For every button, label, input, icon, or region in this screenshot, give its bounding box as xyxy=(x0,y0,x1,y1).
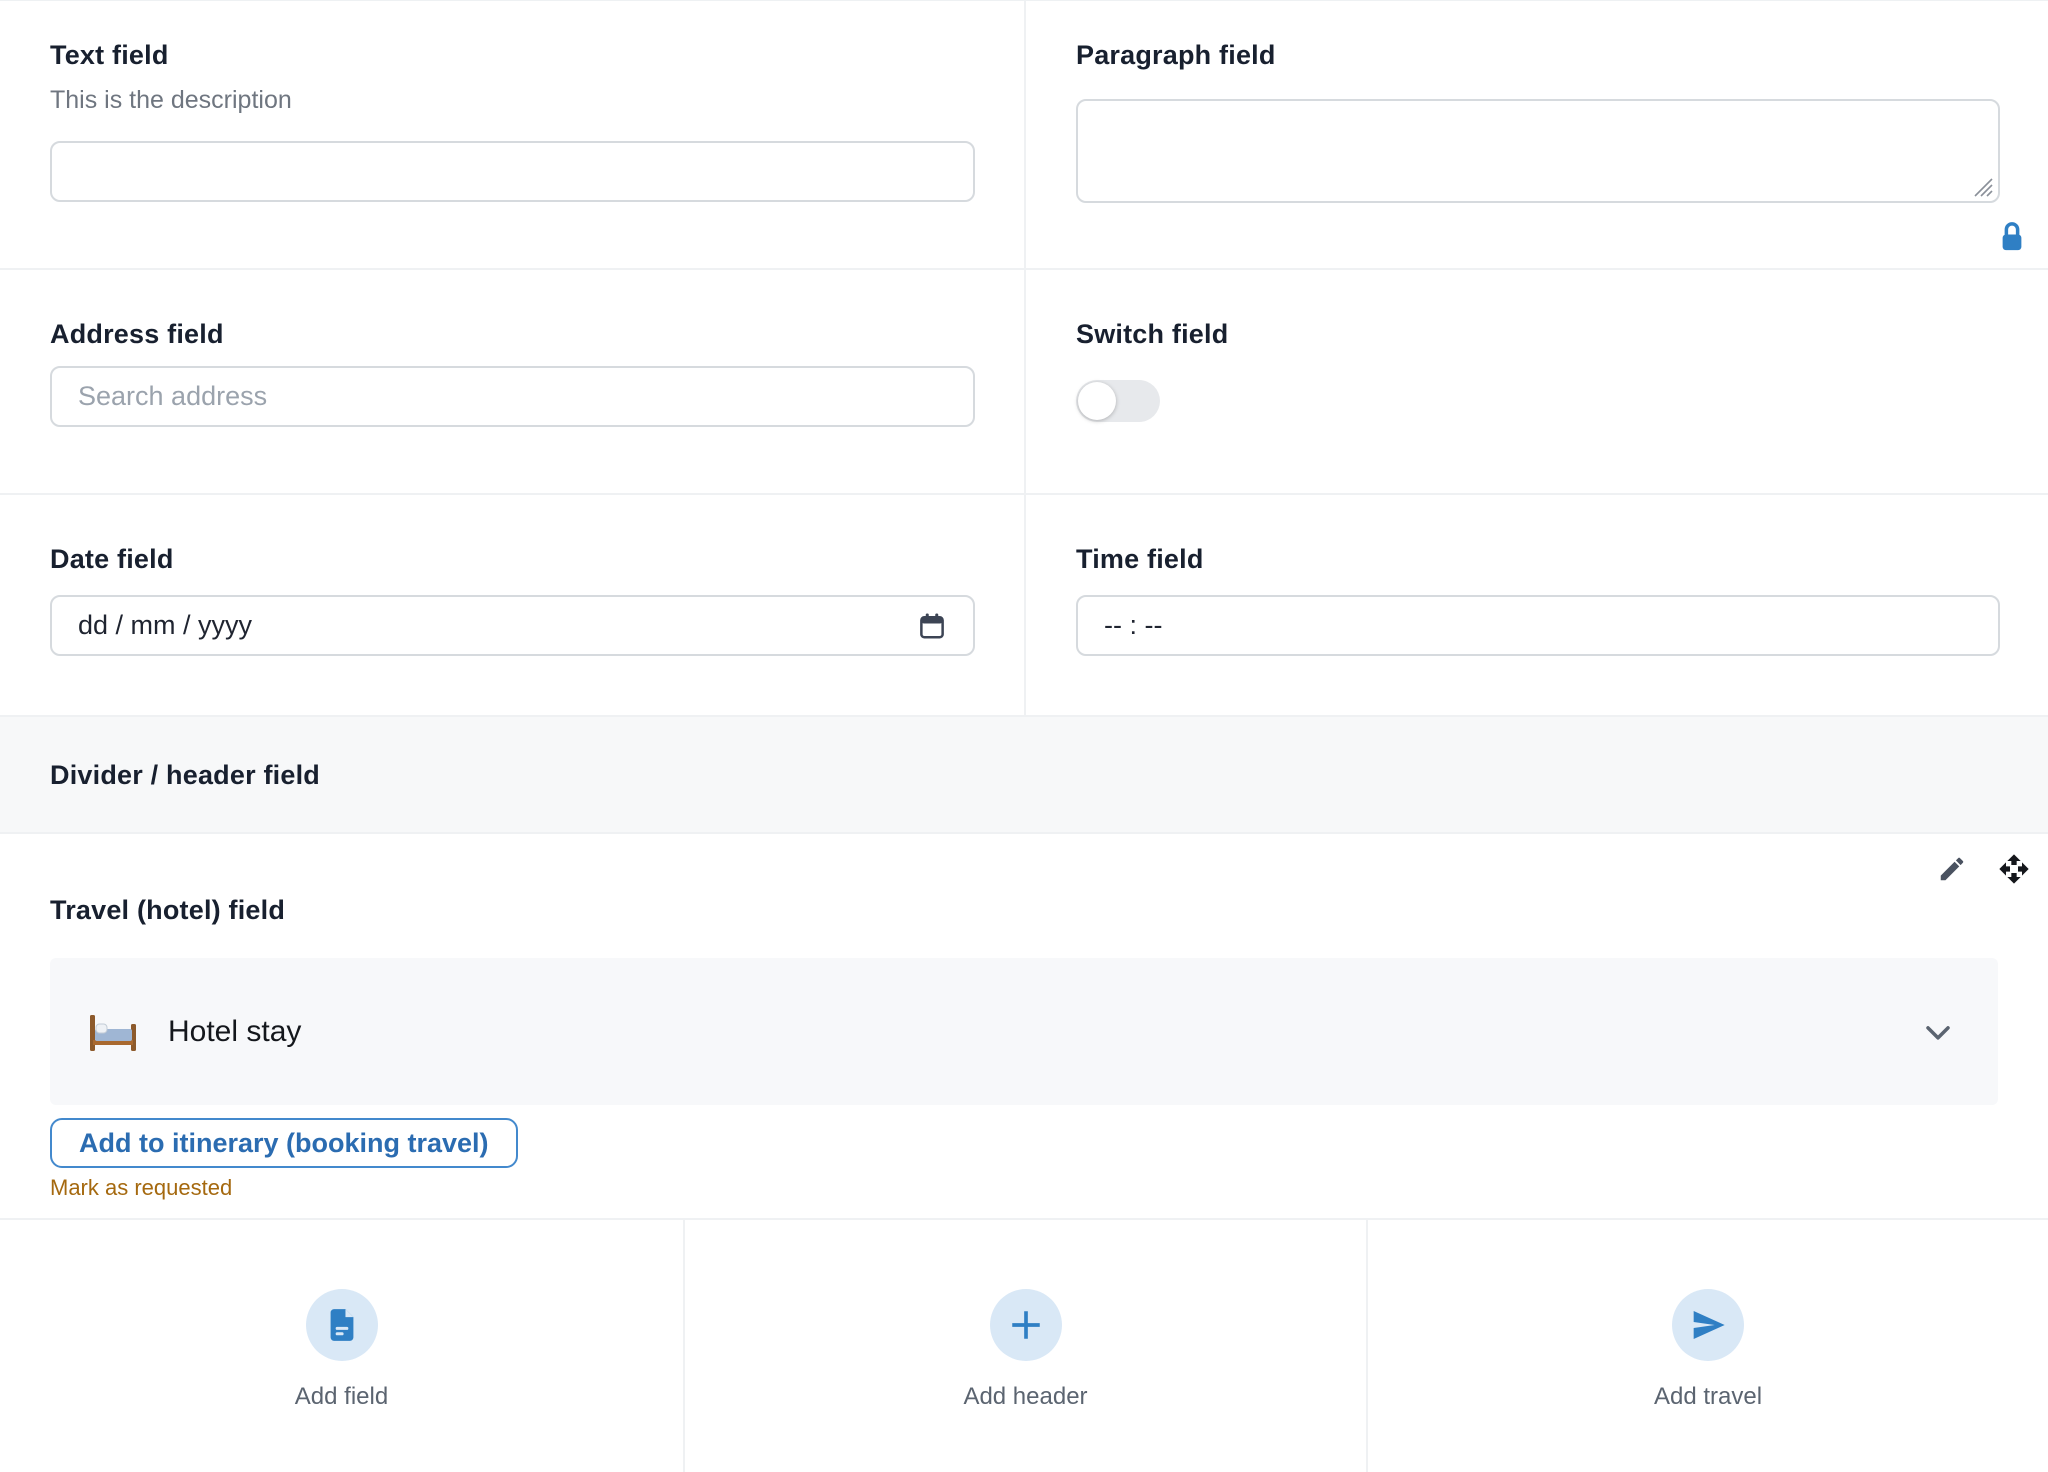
add-actions-band: Add field Add header Add travel xyxy=(0,1218,2048,1472)
time-input[interactable]: -- : -- xyxy=(1076,595,2000,656)
send-icon xyxy=(1688,1305,1728,1345)
switch-field-block: Switch field xyxy=(1024,270,2048,495)
paragraph-field-block: Paragraph field xyxy=(1024,1,2048,270)
chevron-down-icon[interactable] xyxy=(1918,1012,1958,1052)
switch-field-label: Switch field xyxy=(1076,314,1998,354)
date-placeholder: dd / mm / yyyy xyxy=(78,610,252,641)
divider-header-field: Divider / header field xyxy=(0,717,2048,834)
switch-knob xyxy=(1078,382,1116,420)
address-field-block: Address field xyxy=(0,270,1024,495)
add-header-label: Add header xyxy=(963,1383,1087,1411)
travel-field-label: Travel (hotel) field xyxy=(50,890,285,930)
add-field-circle xyxy=(306,1289,378,1361)
travel-field-block: Travel (hotel) field Hotel stay Add to i… xyxy=(0,834,2048,1218)
add-travel-label: Add travel xyxy=(1654,1383,1762,1411)
add-field-label: Add field xyxy=(295,1383,388,1411)
bed-icon xyxy=(88,1009,138,1055)
add-header-button[interactable]: Add header xyxy=(683,1220,1366,1472)
hotel-option-label: Hotel stay xyxy=(168,1015,1918,1049)
resize-grip-icon[interactable] xyxy=(1971,175,1993,197)
time-placeholder: -- : -- xyxy=(1104,610,1162,641)
date-input[interactable]: dd / mm / yyyy xyxy=(50,595,975,656)
address-search-input[interactable] xyxy=(50,366,975,427)
add-travel-button[interactable]: Add travel xyxy=(1366,1220,2048,1472)
date-field-block: Date field dd / mm / yyyy xyxy=(0,495,1024,717)
paragraph-field-label: Paragraph field xyxy=(1076,35,1998,75)
divider-header-label: Divider / header field xyxy=(50,755,320,795)
form-builder-page: Text field This is the description Parag… xyxy=(0,0,2048,1472)
move-icon[interactable] xyxy=(1997,852,2031,886)
add-header-circle xyxy=(990,1289,1062,1361)
add-to-itinerary-button[interactable]: Add to itinerary (booking travel) xyxy=(50,1118,518,1168)
date-field-label: Date field xyxy=(50,539,974,579)
text-field-input[interactable] xyxy=(50,141,975,202)
text-field-block: Text field This is the description xyxy=(0,1,1024,270)
address-field-label: Address field xyxy=(50,314,974,354)
lock-icon xyxy=(1997,220,2027,259)
document-icon xyxy=(323,1306,361,1344)
add-travel-circle xyxy=(1672,1289,1744,1361)
add-field-button[interactable]: Add field xyxy=(0,1220,683,1472)
plus-icon xyxy=(1004,1303,1048,1347)
text-field-description: This is the description xyxy=(50,83,974,117)
edit-pencil-icon[interactable] xyxy=(1935,852,1969,886)
text-field-label: Text field xyxy=(50,35,974,75)
mark-as-requested-note: Mark as requested xyxy=(50,1175,232,1201)
time-field-block: Time field -- : -- xyxy=(1024,495,2048,717)
paragraph-field-textarea[interactable] xyxy=(1076,99,2000,203)
calendar-icon[interactable] xyxy=(917,611,947,641)
hotel-stay-dropdown[interactable]: Hotel stay xyxy=(50,958,1998,1105)
switch-toggle[interactable] xyxy=(1076,380,1160,422)
time-field-label: Time field xyxy=(1076,539,1998,579)
